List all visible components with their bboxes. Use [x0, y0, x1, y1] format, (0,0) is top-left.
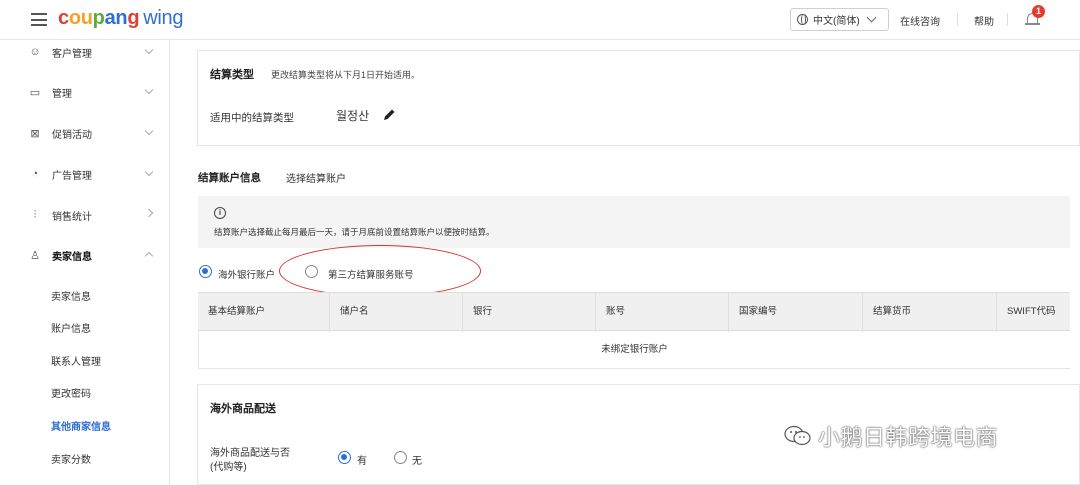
delivery-no-label: 无 — [412, 456, 422, 467]
bar-chart-icon: ⫶ — [33, 208, 37, 221]
info-icon: i — [214, 207, 226, 219]
sidebar-item-ads[interactable]: ◔ 广告管理 — [28, 164, 158, 184]
info-notice-text: 结算账户选择截止每月最后一天，请于月底前设置结算账户以便按时结算。 — [214, 227, 495, 237]
column-header: SWIFT代码 — [1007, 306, 1056, 317]
overseas-delivery-question-sub: (代购等) — [210, 462, 247, 473]
sidebar-subitem-seller-score[interactable]: 卖家分数 — [51, 451, 91, 466]
table-header: 基本结算账户 储户名 银行 账号 国家编号 结算货币 SWIFT代码 — [198, 292, 1070, 332]
column-header: 储户名 — [330, 293, 463, 332]
overseas-bank-label: 海外银行账户 — [218, 270, 276, 281]
chevron-down-icon — [144, 45, 154, 55]
settlement-type-card — [197, 50, 1080, 146]
help-link[interactable]: 帮助 — [974, 13, 994, 28]
language-select[interactable]: 中文(简体) — [790, 8, 889, 31]
column-header: 账号 — [596, 293, 729, 332]
overseas-delivery-question: 海外商品配送与否 — [210, 448, 290, 459]
pie-icon: ◔ — [31, 168, 39, 180]
settlement-account-title: 结算账户信息 — [198, 172, 261, 184]
chevron-up-icon — [144, 251, 154, 261]
chevron-down-icon — [144, 85, 154, 95]
delivery-yes-radio[interactable] — [338, 451, 351, 464]
chevron-down-icon — [866, 12, 877, 23]
divider — [957, 13, 958, 26]
sidebar-subitem-seller-info[interactable]: 卖家信息 — [51, 288, 91, 303]
delivery-yes-label: 有 — [357, 456, 367, 467]
info-notice: i 结算账户选择截止每月最后一天，请于月底前设置结算账户以便按时结算。 — [198, 196, 1070, 248]
chevron-down-icon — [144, 126, 154, 136]
online-consult-link[interactable]: 在线咨询 — [900, 13, 940, 28]
column-header: 银行 — [463, 293, 596, 332]
sidebar-subitem-change-password[interactable]: 更改密码 — [51, 385, 91, 400]
sidebar-item-seller-info[interactable]: ♙ 卖家信息 — [28, 245, 158, 265]
sidebar-item-promotion[interactable]: ⊠ 促销活动 — [28, 123, 158, 143]
user-icon: ♙ — [30, 249, 40, 262]
chevron-right-icon — [144, 208, 154, 218]
sidebar-subitem-other-info[interactable]: 其他商家信息 — [51, 418, 111, 433]
column-header: 基本结算账户 — [198, 293, 330, 332]
menu-icon[interactable] — [31, 13, 47, 26]
current-settlement-label: 适用中的结算类型 — [210, 112, 294, 124]
watermark-text: 小鹅日韩跨境电商 — [818, 425, 999, 450]
annotation-circle — [279, 245, 481, 297]
sidebar-item-sales-stats[interactable]: ⫶ 销售统计 — [28, 205, 158, 225]
smile-icon: ☺ — [29, 46, 41, 58]
chevron-down-icon — [144, 167, 154, 177]
table-empty-row: 未绑定银行账户 — [198, 331, 1070, 369]
settlement-type-title: 结算类型 — [210, 69, 254, 81]
sidebar-subitem-account-info[interactable]: 账户信息 — [51, 320, 91, 335]
current-settlement-value: 월정산 — [336, 109, 370, 123]
edit-pencil-icon[interactable] — [382, 107, 397, 122]
settlement-type-note: 更改结算类型将从下月1日开始适用。 — [271, 70, 421, 80]
overseas-delivery-title: 海外商品配送 — [210, 403, 276, 415]
delivery-no-radio[interactable] — [394, 451, 407, 464]
column-header: 国家编号 — [729, 293, 863, 332]
settlement-account-subtitle: 选择结算账户 — [286, 174, 346, 185]
notification-badge: 1 — [1032, 5, 1045, 18]
percent-icon: ⊠ — [30, 127, 40, 140]
coupang-wing-logo[interactable]: coupang wing — [58, 7, 184, 30]
sidebar: ☺ 客户管理 ▭ 管理 ⊠ 促销活动 ◔ 广告管理 ⫶ 销售统计 ♙ 卖家信息 … — [0, 40, 170, 485]
wechat-icon — [784, 425, 811, 446]
sidebar-item-customer[interactable]: ☺ 客户管理 — [28, 42, 158, 62]
globe-icon — [797, 14, 808, 25]
divider — [1007, 13, 1008, 26]
top-bar: coupang wing 中文(简体) 在线咨询 帮助 1 — [0, 0, 1080, 40]
language-label: 中文(简体) — [813, 16, 860, 27]
card-icon: ▭ — [29, 86, 41, 99]
overseas-bank-radio[interactable] — [199, 265, 212, 278]
column-header: 结算货币 — [863, 293, 997, 332]
sidebar-subitem-contacts[interactable]: 联系人管理 — [51, 353, 101, 368]
sidebar-item-manage[interactable]: ▭ 管理 — [28, 82, 158, 102]
